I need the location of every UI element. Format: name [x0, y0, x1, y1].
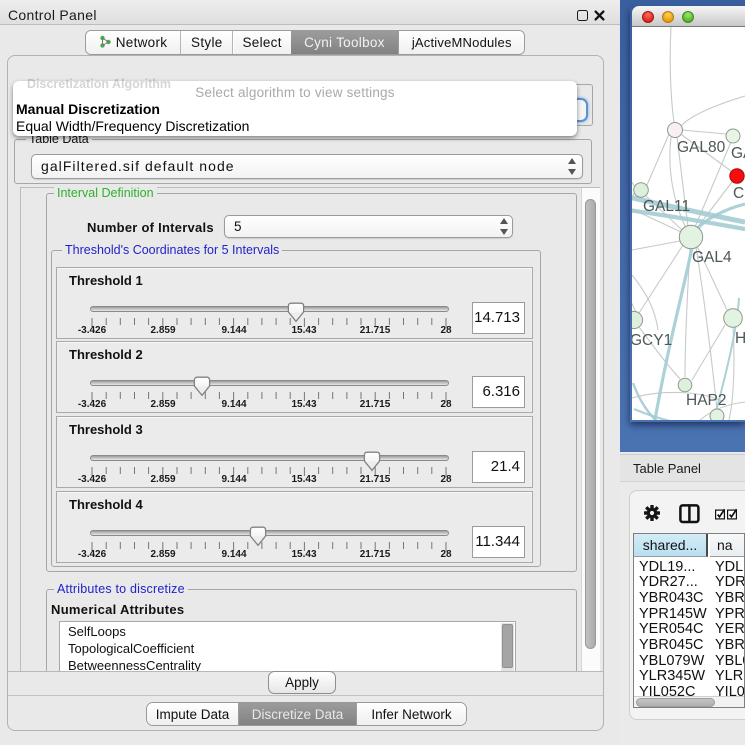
svg-text:GCY1: GCY1 — [632, 332, 672, 349]
svg-text:C: C — [733, 185, 744, 202]
svg-text:GAL11: GAL11 — [643, 198, 690, 215]
svg-text:HAP2: HAP2 — [686, 392, 727, 409]
svg-text:GA: GA — [731, 145, 745, 162]
svg-text:H: H — [735, 330, 745, 347]
svg-text:GAL4: GAL4 — [692, 249, 732, 266]
svg-text:GAL80: GAL80 — [677, 139, 726, 156]
